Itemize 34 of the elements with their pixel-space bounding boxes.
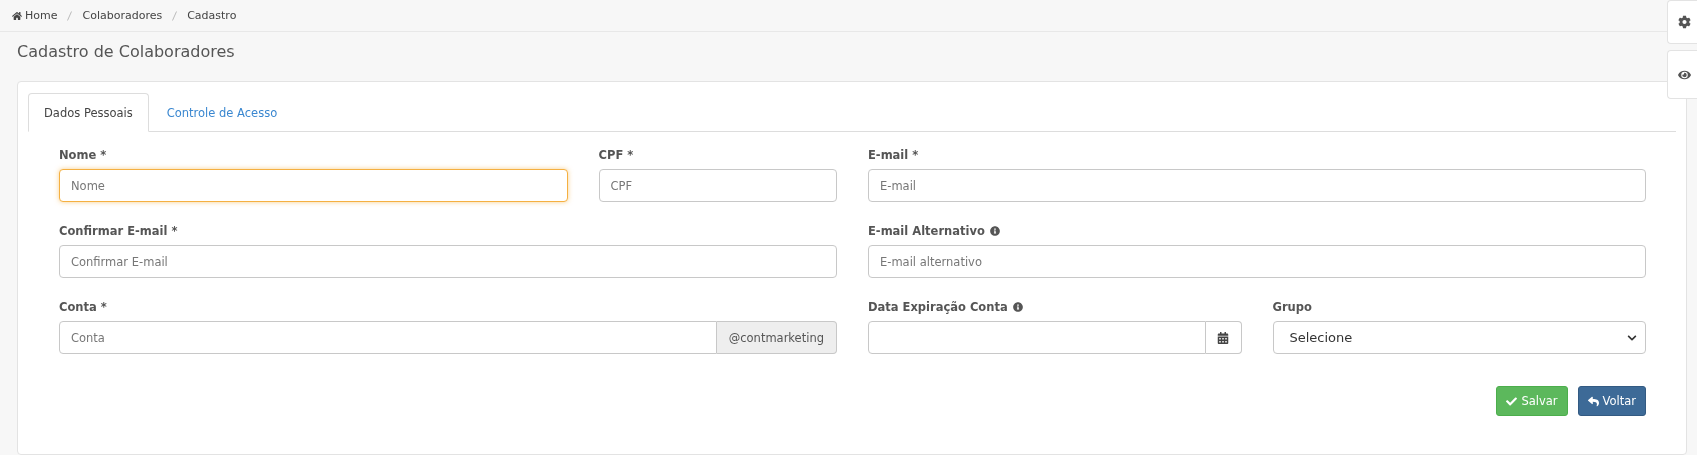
field-label: Nome * [59,148,107,162]
breadcrumb-link[interactable]: Cadastro [187,9,237,22]
text-field[interactable]: Conta [59,321,717,354]
breadcrumb-separator-icon [172,10,178,21]
tab[interactable]: Controle de Acesso [150,93,294,132]
breadcrumb-link[interactable]: Colaboradores [82,9,163,22]
home-icon [12,10,22,21]
field-label: E-mail * [868,148,919,162]
chevron-down-icon [1627,332,1637,343]
reply-icon [1587,395,1599,407]
text-field[interactable]: E-mail alternativo [868,245,1646,278]
breadcrumb-link[interactable]: Home [12,9,58,22]
text-field[interactable]: CPF [598,169,837,202]
back-button[interactable]: Voltar [1577,386,1646,416]
calendar-icon [1217,331,1229,344]
check-icon [1506,395,1518,407]
field-label: Conta * [59,300,107,314]
page-title: Cadastro de Colaboradores [17,42,235,61]
field-label: Grupo [1272,300,1312,314]
text-field[interactable]: E-mail [868,169,1646,202]
text-field[interactable]: Confirmar E-mail [59,245,837,278]
settings-button[interactable] [1667,0,1697,44]
field-label: E-mail Alternativo [868,224,985,238]
domain-addon: @contmarketing [716,321,837,354]
text-field[interactable]: Nome [59,169,568,202]
tab[interactable]: Dados Pessoais [28,93,149,132]
calendar-button[interactable] [1205,321,1242,354]
select-field[interactable]: Selecione [1272,321,1646,354]
preview-button[interactable] [1667,50,1697,99]
field-label: Data Expiração Conta [868,300,1008,314]
field-label: CPF * [598,148,634,162]
breadcrumb-separator-icon [67,10,73,21]
date-field[interactable] [868,321,1206,354]
field-label: Confirmar E-mail * [59,224,178,238]
